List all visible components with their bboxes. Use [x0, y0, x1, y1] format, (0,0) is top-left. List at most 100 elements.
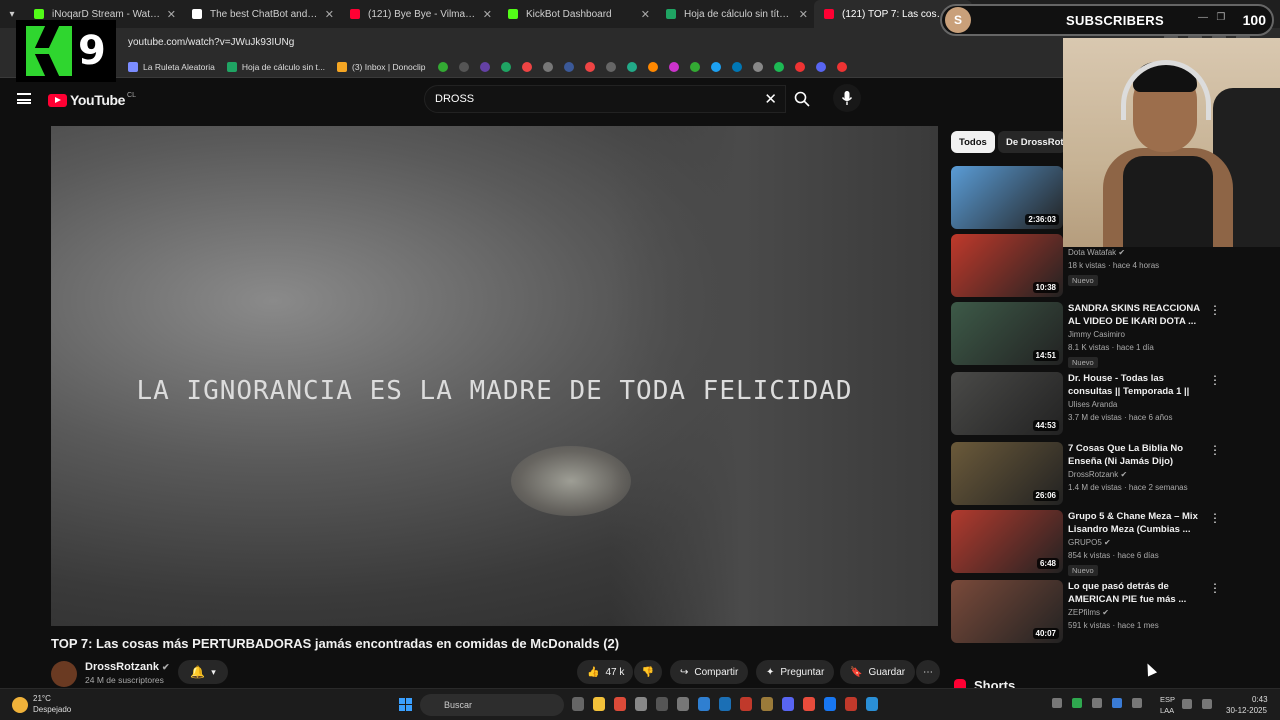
app-icon[interactable] [740, 697, 752, 711]
video-thumbnail[interactable]: 2:36:03 [951, 166, 1063, 229]
app-icon[interactable] [761, 697, 773, 711]
recommendation-channel[interactable]: GRUPO5 ✔ [1068, 538, 1111, 547]
recommendation-title[interactable]: Grupo 5 & Chane Meza – Mix Lisandro Meza… [1068, 510, 1204, 536]
video-thumbnail[interactable]: 44:53 [951, 372, 1063, 435]
input-language[interactable]: ESP [1160, 695, 1175, 704]
bookmark-icon[interactable] [521, 61, 532, 72]
more-options-icon[interactable]: ⋮ [1209, 303, 1221, 317]
bookmark-icon[interactable] [815, 61, 826, 72]
more-options-icon[interactable]: ⋮ [1209, 373, 1221, 387]
more-options-icon[interactable]: ⋮ [1209, 511, 1221, 525]
close-tab-icon[interactable]: ✕ [167, 8, 176, 21]
video-thumbnail[interactable]: 40:07 [951, 580, 1063, 643]
bookmark-icon[interactable] [437, 61, 448, 72]
recommendation-title[interactable]: 7 Cosas Que La Biblia No Enseña (Ni Jamá… [1068, 442, 1204, 468]
bookmark-icon[interactable] [752, 61, 763, 72]
url-field[interactable]: youtube.com/watch?v=JWuJk93IUNg [128, 37, 294, 48]
channel-name[interactable]: DrossRotzank ✔ [85, 661, 170, 673]
more-options-icon[interactable]: ⋮ [1209, 581, 1221, 595]
bookmark-item[interactable]: (3) Inbox | Donoclip [336, 61, 426, 72]
menu-icon[interactable] [17, 93, 31, 104]
recommendation-channel[interactable]: ZEPfilms ✔ [1068, 608, 1109, 617]
recommendation-channel[interactable]: Dota Watafak ✔ [1068, 248, 1125, 257]
app-icon[interactable] [845, 697, 857, 711]
bookmark-icon[interactable] [500, 61, 511, 72]
bookmark-icon[interactable] [647, 61, 658, 72]
bookmark-icon[interactable] [794, 61, 805, 72]
app-icon[interactable] [635, 697, 647, 711]
recommendation-item[interactable]: 6:48 Grupo 5 & Chane Meza – Mix Lisandro … [951, 510, 1221, 576]
browser-tab[interactable]: The best ChatBot and Widgets ✕ [182, 0, 340, 28]
recommendation-item[interactable]: 40:07 Lo que pasó detrás de AMERICAN PIE … [951, 580, 1221, 644]
browser-tab[interactable]: Hoja de cálculo sin título - Hoja ✕ [656, 0, 814, 28]
bookmark-icon[interactable] [626, 61, 637, 72]
chip-all[interactable]: Todos [951, 131, 995, 153]
more-actions-button[interactable]: ⋯ [916, 660, 940, 684]
tray-icon[interactable] [1072, 698, 1082, 708]
more-options-icon[interactable]: ⋮ [1209, 443, 1221, 457]
ask-button[interactable]: ✦ Preguntar [756, 660, 835, 684]
window-controls-icon[interactable]: — ❐ [1198, 12, 1225, 23]
bookmark-icon[interactable] [542, 61, 553, 72]
task-view-icon[interactable] [572, 697, 584, 711]
share-button[interactable]: ↪ Compartir [670, 660, 749, 684]
bookmark-icon[interactable] [731, 61, 742, 72]
bookmark-icon[interactable] [563, 61, 574, 72]
weather-icon[interactable] [12, 697, 28, 713]
taskbar-search[interactable]: Buscar [420, 694, 564, 716]
bookmark-icon[interactable] [479, 61, 490, 72]
tray-icon[interactable] [1112, 698, 1122, 708]
search-button[interactable] [786, 85, 818, 113]
bookmark-icon[interactable] [710, 61, 721, 72]
close-tab-icon[interactable]: ✕ [799, 8, 808, 21]
recommendation-title[interactable]: Dr. House - Todas las consultas || Tempo… [1068, 372, 1204, 398]
browser-tab[interactable]: (121) Bye Bye - Vilma Palma e ✕ [340, 0, 498, 28]
app-icon[interactable] [803, 697, 815, 711]
tray-icon[interactable] [1052, 698, 1062, 708]
search-input[interactable]: DROSS ✕ [424, 85, 786, 113]
channel-avatar[interactable] [51, 661, 77, 687]
steam-icon[interactable] [719, 697, 731, 711]
recommendation-item[interactable]: 44:53 Dr. House - Todas las consultas || … [951, 372, 1221, 436]
chrome-icon[interactable] [614, 697, 626, 711]
file-explorer-icon[interactable] [593, 697, 605, 711]
browser-tab[interactable]: KickBot Dashboard ✕ [498, 0, 656, 28]
bookmark-icon[interactable] [605, 61, 616, 72]
bookmark-icon[interactable] [836, 61, 847, 72]
bookmark-item[interactable]: Hoja de cálculo sin t... [226, 61, 325, 72]
bookmark-icon[interactable] [668, 61, 679, 72]
recommendation-item[interactable]: 14:51 SANDRA SKINS REACCIONA AL VIDEO DE … [951, 302, 1221, 368]
keyboard-layout[interactable]: LAA [1160, 706, 1174, 715]
recommendation-channel[interactable]: Ulises Aranda [1068, 400, 1117, 409]
close-tab-icon[interactable]: ✕ [325, 8, 334, 21]
like-button[interactable]: 👍 47 k [577, 660, 633, 684]
app-icon[interactable] [656, 697, 668, 711]
video-player[interactable]: LA IGNORANCIA ES LA MADRE DE TODA FELICI… [51, 126, 938, 626]
video-thumbnail[interactable]: 14:51 [951, 302, 1063, 365]
bookmark-icon[interactable] [584, 61, 595, 72]
recommendation-title[interactable]: SANDRA SKINS REACCIONA AL VIDEO DE IKARI… [1068, 302, 1204, 328]
video-thumbnail[interactable]: 6:48 [951, 510, 1063, 573]
chip-channel[interactable]: De DrossRotz [998, 131, 1066, 153]
voice-search-button[interactable] [833, 84, 861, 112]
video-thumbnail[interactable]: 26:06 [951, 442, 1063, 505]
bookmark-icon[interactable] [773, 61, 784, 72]
recommendation-item[interactable]: 26:06 7 Cosas Que La Biblia No Enseña (Ni… [951, 442, 1221, 506]
wifi-icon[interactable] [1182, 699, 1192, 709]
youtube-logo[interactable]: YouTube CL [48, 92, 136, 108]
notifications-button[interactable]: 🔔 ▾ [178, 660, 228, 684]
clear-search-icon[interactable]: ✕ [764, 90, 777, 108]
app-icon[interactable] [677, 697, 689, 711]
dislike-button[interactable]: 👎 [634, 660, 662, 684]
app-icon[interactable] [866, 697, 878, 711]
bookmark-icon[interactable] [458, 61, 469, 72]
clock-date[interactable]: 30-12-2025 [1226, 706, 1267, 715]
video-thumbnail[interactable]: 10:38 [951, 234, 1063, 297]
recommendation-title[interactable]: Lo que pasó detrás de AMERICAN PIE fue m… [1068, 580, 1204, 606]
close-tab-icon[interactable]: ✕ [641, 8, 650, 21]
close-tab-icon[interactable]: ✕ [483, 8, 492, 21]
save-button[interactable]: 🔖 Guardar [840, 660, 916, 684]
start-menu-icon[interactable] [399, 698, 412, 711]
tray-icon[interactable] [1092, 698, 1102, 708]
bookmark-icon[interactable] [689, 61, 700, 72]
